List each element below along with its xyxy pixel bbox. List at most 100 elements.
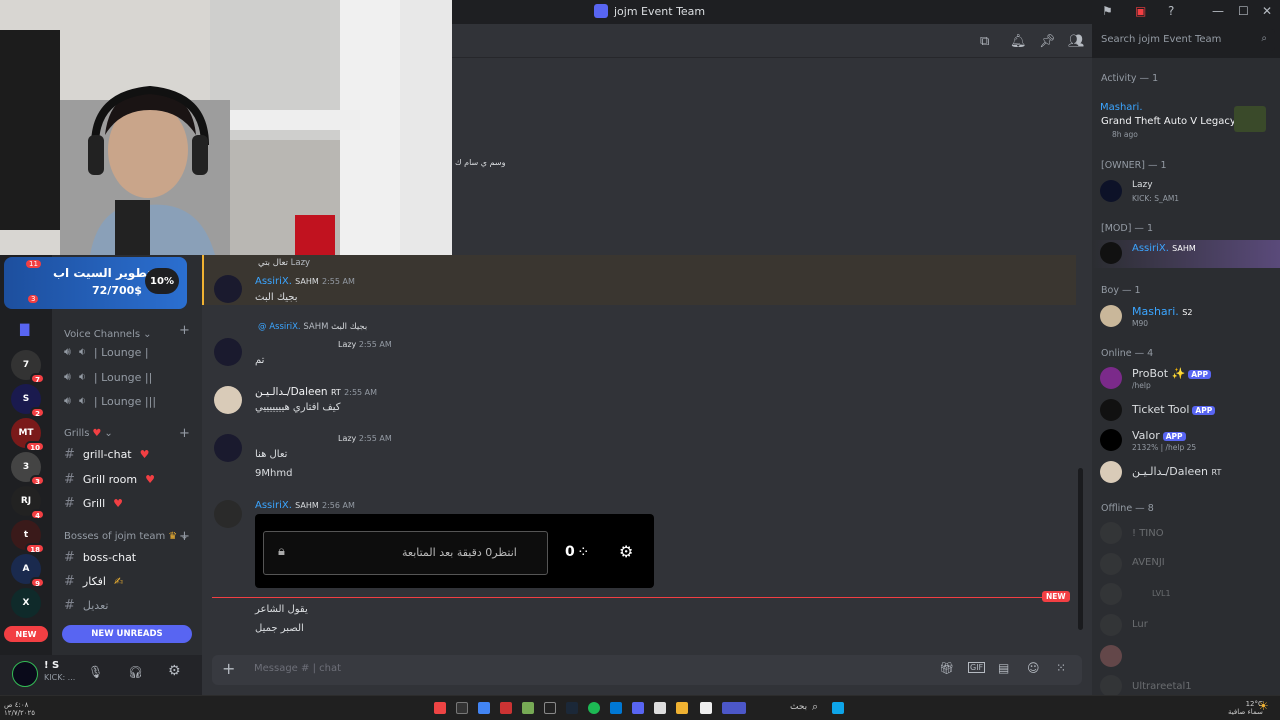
member-name[interactable]: ـدالـيـن/Daleen RT — [1132, 465, 1221, 478]
new-unreads-button[interactable]: NEW UNREADS — [62, 625, 192, 643]
microphone-icon[interactable]: 🎙︎ — [88, 665, 103, 679]
avatar[interactable] — [1100, 180, 1122, 202]
clock[interactable]: ٤:٠٨ ص ١٢/٧/٢٠٢٥ — [4, 701, 35, 717]
channel-boss-chat[interactable]: # boss-chat — [64, 550, 194, 565]
avatar[interactable] — [1100, 583, 1122, 605]
new-pill[interactable]: NEW — [4, 626, 48, 642]
headphones-icon[interactable]: 🎧︎ — [128, 665, 143, 679]
message-author[interactable]: AssiriX. — [255, 500, 292, 511]
avatar[interactable] — [214, 338, 242, 366]
avatar[interactable] — [1100, 553, 1122, 575]
avatar[interactable] — [1100, 522, 1122, 544]
apps-icon[interactable]: ⁙ — [1056, 661, 1066, 675]
minimize-button[interactable]: — — [1212, 4, 1224, 18]
search-icon[interactable]: ⌕ — [812, 700, 818, 714]
member-name[interactable]: Mashari. S2 — [1132, 305, 1192, 318]
add-attachment-icon[interactable]: + — [222, 659, 235, 678]
voice-channel-lounge-1[interactable]: 🔊︎ 🔉︎ | Lounge | — [64, 345, 194, 359]
members-icon[interactable]: 👥︎ — [1068, 34, 1085, 49]
channel-grill-chat[interactable]: # grill-chat ♥ — [64, 447, 194, 462]
server-icon[interactable]: A9 — [11, 554, 45, 588]
member-name[interactable]: ! TINO — [1132, 528, 1164, 539]
avatar[interactable] — [1100, 675, 1122, 697]
browser-icon[interactable] — [478, 702, 490, 714]
locked-button[interactable]: 🔒︎ انتظر0 دقيقة بعد المتابعة — [263, 531, 548, 575]
member-name[interactable]: ProBot ✨ APP — [1132, 367, 1212, 380]
channel-ideas[interactable]: # افكار ✍ — [64, 574, 194, 589]
member-name[interactable]: LVL1 — [1152, 589, 1171, 598]
avatar[interactable] — [1100, 242, 1122, 264]
member-name[interactable]: AVENJI — [1132, 557, 1165, 568]
avatar[interactable] — [1100, 429, 1122, 451]
member-name[interactable]: AssiriX. SAHM — [1132, 243, 1196, 254]
pin-icon[interactable]: 📌︎ — [1039, 34, 1056, 49]
terminal-icon[interactable] — [544, 702, 556, 714]
avatar[interactable] — [214, 500, 242, 528]
spotify-icon[interactable] — [588, 702, 600, 714]
channel-grill[interactable]: # Grill ♥ — [64, 496, 194, 511]
edge-icon[interactable] — [610, 702, 622, 714]
help-icon[interactable]: ? — [1168, 4, 1174, 18]
avatar[interactable] — [12, 661, 38, 687]
folder-icon[interactable]: ▇ — [20, 322, 29, 336]
message-composer[interactable]: + Message # | chat 🎁︎ GIF ▤ ☺ ⁙ — [212, 655, 1082, 685]
channel-grill-room[interactable]: # Grill room ♥ — [64, 472, 194, 487]
app-icon[interactable] — [500, 702, 512, 714]
gear-icon[interactable]: ⚙ — [619, 542, 633, 561]
server-icon[interactable]: t 18 — [11, 520, 45, 554]
member-name[interactable]: Valor APP — [1132, 429, 1186, 442]
gif-icon[interactable]: GIF — [968, 662, 986, 673]
avatar[interactable] — [1100, 399, 1122, 421]
discord-icon[interactable] — [632, 702, 644, 714]
emoji-icon[interactable]: ☺ — [1027, 661, 1040, 675]
boost-banner[interactable]: تطوير السيت اب 72/700$ 10% 11 3 — [4, 257, 187, 309]
sticker-icon[interactable]: ▤ — [998, 661, 1009, 675]
server-icon[interactable]: 33 — [11, 452, 45, 486]
member-name[interactable]: Ultrareetal1 — [1132, 681, 1192, 692]
avatar[interactable] — [1100, 645, 1122, 667]
screen-share-icon[interactable]: ▣ — [1135, 4, 1146, 18]
discord-active-icon[interactable] — [722, 702, 746, 714]
category-grills[interactable]: Grills ♥ ⌄ — [64, 428, 113, 439]
search-input[interactable]: Search jojm Event Team ⌕ — [1093, 29, 1275, 51]
member-name[interactable]: Lur — [1132, 619, 1148, 630]
app-icon[interactable] — [700, 702, 712, 714]
server-icon[interactable]: MT 10 — [11, 418, 45, 452]
close-button[interactable]: ✕ — [1262, 4, 1272, 18]
reply-preview[interactable]: تعال بتي Lazy — [258, 258, 310, 268]
maximize-button[interactable]: ☐ — [1238, 4, 1249, 18]
avatar[interactable] — [214, 386, 242, 414]
member-name[interactable]: Lazy — [1132, 180, 1153, 190]
category-voice-channels[interactable]: Voice Channels ⌄ — [64, 329, 151, 340]
taskbar-search-label[interactable]: بحث — [790, 702, 807, 712]
server-icon[interactable]: 77 — [11, 350, 45, 384]
threads-icon[interactable]: ⧉ — [980, 34, 989, 49]
inbox-icon[interactable]: ⚑ — [1102, 4, 1113, 18]
server-icon[interactable]: X — [11, 588, 41, 618]
message-author[interactable]: AssiriX. — [255, 276, 292, 287]
reply-preview[interactable]: @ AssiriX. SAHM بجيك البث — [258, 322, 367, 332]
channel-edit[interactable]: # تعديل — [64, 598, 194, 613]
scrollbar[interactable] — [1078, 468, 1083, 630]
server-icon[interactable]: RJ 4 — [11, 486, 45, 520]
voice-channel-lounge-3[interactable]: 🔊︎ 🔉︎ | Lounge ||| — [64, 394, 194, 408]
bell-icon[interactable]: 🔔︎ — [1010, 34, 1027, 49]
server-icon[interactable]: S2 — [11, 384, 45, 418]
app-icon[interactable] — [654, 702, 666, 714]
voice-channel-lounge-2[interactable]: 🔊︎ 🔉︎ | Lounge || — [64, 370, 194, 384]
avatar[interactable] — [1100, 461, 1122, 483]
avatar[interactable] — [214, 434, 242, 462]
message-author[interactable]: ـدالـيـن/Daleen — [255, 386, 328, 398]
gear-icon[interactable]: ⚙ — [168, 663, 181, 679]
app-icon[interactable] — [522, 702, 534, 714]
avatar[interactable] — [1100, 614, 1122, 636]
folder-icon[interactable] — [676, 702, 688, 714]
member-name[interactable]: Ticket Tool APP — [1132, 403, 1216, 416]
gift-icon[interactable]: 🎁︎ — [939, 661, 954, 675]
chrome-icon[interactable] — [434, 702, 446, 714]
avatar[interactable] — [214, 275, 242, 303]
avatar[interactable] — [1100, 367, 1122, 389]
app-icon[interactable] — [456, 702, 468, 714]
activity-user[interactable]: Mashari. — [1100, 102, 1143, 113]
steam-icon[interactable] — [566, 702, 578, 714]
